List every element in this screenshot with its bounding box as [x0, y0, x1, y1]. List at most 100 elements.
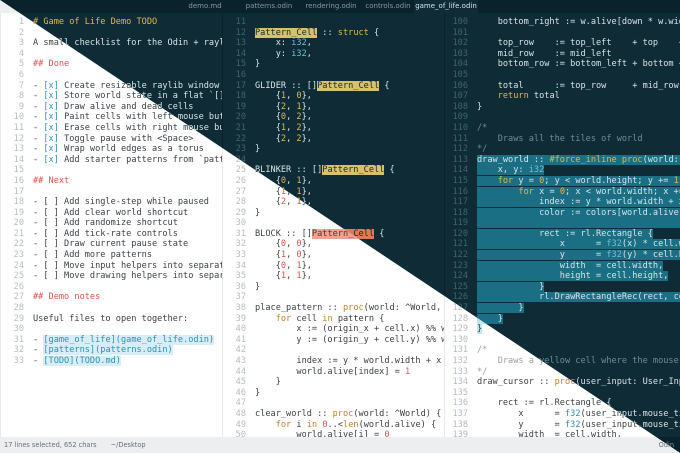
code-token: top_row := top_left + top + top_right	[497, 38, 680, 49]
code-token: },	[301, 186, 312, 197]
code-token: - [ ] Add single-step while paused	[33, 197, 209, 208]
code-token: #force_inline proc	[549, 154, 643, 165]
code-token: len	[343, 419, 359, 430]
line-number: 128	[452, 313, 468, 324]
tab-demo-md[interactable]: demo.md	[175, 0, 235, 13]
code-token: ,	[286, 250, 297, 261]
code-token: {	[379, 80, 390, 91]
line-number: 10	[13, 112, 24, 123]
code-line: }	[477, 303, 680, 314]
line-number: 20	[13, 218, 24, 229]
line-number: 12	[235, 27, 246, 38]
code-token: - [ ] Add tick-rate controls	[33, 228, 178, 239]
code-line: }	[255, 377, 444, 388]
code-token: world.alive[index] =	[255, 366, 406, 377]
code-token: ,	[306, 38, 312, 49]
code-token	[477, 175, 498, 186]
code-token: },	[301, 122, 312, 133]
line-number: 103	[452, 48, 468, 59]
code-token: {	[255, 122, 281, 133]
line-number: 110	[452, 122, 468, 133]
code-line: }	[255, 282, 444, 293]
code-token: for	[275, 419, 292, 430]
code-line: - [x] Toggle pause with <Space>	[33, 134, 222, 145]
code-token: f32	[606, 250, 622, 261]
code-line: world.alive[i] = 0	[255, 430, 444, 437]
code-token: /*	[477, 345, 488, 356]
tab-rendering-odin[interactable]: rendering.odin	[302, 0, 360, 13]
code-token: GLIDER :: []	[255, 80, 318, 91]
code-token: cell	[291, 313, 323, 324]
code-token: f32	[564, 408, 581, 419]
line-number: 117	[452, 197, 468, 208]
line-number: 17	[235, 80, 246, 91]
code-token: ## Done	[33, 59, 70, 70]
tab-patterns-odin[interactable]: patterns.odin	[238, 0, 300, 13]
code-token: ,	[286, 239, 297, 250]
tab-controls-odin[interactable]: controls.odin	[363, 0, 413, 13]
code-token: - [ ] Move input helpers into separate f…	[33, 260, 222, 271]
code-token: rect := rl.Rectangle {	[477, 228, 653, 239]
code-line: for i in 0..<len(world.alive) {	[255, 420, 444, 431]
code-token: }	[255, 207, 261, 218]
code-line: # Game of Life Demo TODO	[33, 17, 222, 28]
code-token: }	[477, 101, 483, 112]
code-token: },	[301, 101, 312, 112]
line-number: 41	[235, 334, 246, 345]
code-token	[477, 218, 680, 229]
code-token: {	[255, 91, 281, 102]
line-number: 23	[13, 250, 24, 261]
line-number: 114	[452, 165, 468, 176]
line-number: 45	[235, 377, 246, 388]
code-token: index := y * world.width + x	[477, 197, 680, 208]
code-token: y =	[477, 250, 607, 261]
code-token: - [ ] Move drawing helpers into separate…	[33, 271, 222, 282]
line-number: 139	[452, 430, 468, 437]
code-token: },	[301, 239, 312, 250]
code-token: },	[301, 112, 312, 123]
code-token: ..<	[327, 419, 344, 430]
line-number: 35	[235, 271, 246, 282]
status-bar: 17 lines selected, 652 chars~/DesktopOdi…	[0, 437, 680, 453]
code-token: x := (origin_x + cell.x) %% world.width	[296, 324, 444, 335]
line-number: 4	[18, 48, 24, 59]
code-token: y =	[513, 175, 540, 186]
line-number: 115	[452, 175, 468, 186]
line-number: 2	[18, 27, 24, 38]
code-token: [x]	[43, 144, 59, 155]
code-token: i	[291, 419, 307, 430]
line-number: 100	[452, 17, 468, 27]
code-token: (user_input: User_Input, cell: Rect)	[575, 377, 680, 388]
code-line: x := (origin_x + cell.x) %% world.width	[255, 324, 444, 335]
code-token: BLOCK :: []	[255, 228, 312, 239]
code-token: ,	[286, 260, 297, 271]
code-token: },	[301, 133, 312, 144]
code-token: -	[33, 101, 44, 112]
code-line: total := top_row + mid_row + bottom_row	[477, 81, 680, 92]
code-token: (world: ^World) {	[353, 408, 442, 419]
code-line: }	[477, 324, 680, 335]
line-number: 33	[13, 356, 24, 366]
code-line: - [x] Wrap world edges as a torus	[33, 144, 222, 155]
code-token: {	[255, 186, 281, 197]
tab-bar: demo.mdpatterns.odinrendering.odincontro…	[0, 0, 680, 13]
tab-game_of_life-odin[interactable]: game_of_life.odin	[414, 0, 478, 13]
code-token: -	[33, 91, 44, 102]
line-number: 13	[13, 144, 24, 155]
code-token: proc	[342, 303, 364, 314]
line-number-gutter: 1234567891011121314151617181920212223242…	[1, 17, 27, 367]
code-token: {	[255, 197, 281, 208]
code-line: - [ ] Add single-step while paused	[33, 197, 222, 208]
line-number: 121	[452, 239, 468, 250]
code-token: }	[477, 281, 545, 292]
line-number: 120	[452, 228, 468, 239]
line-number: 136	[452, 398, 468, 409]
code-line: - [ ] Add more patterns	[33, 250, 222, 261]
